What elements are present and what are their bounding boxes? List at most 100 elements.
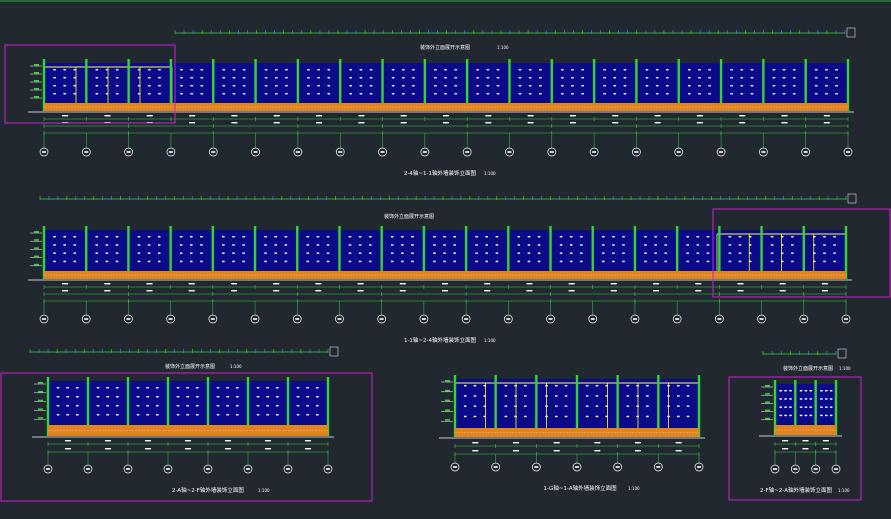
window-mark xyxy=(809,390,813,392)
axis-bubble-label xyxy=(126,318,131,320)
dimension-value xyxy=(821,283,828,285)
window-mark xyxy=(158,77,161,79)
window-mark xyxy=(266,405,269,407)
window-mark xyxy=(622,244,625,246)
level-tag xyxy=(38,408,43,410)
window-mark xyxy=(116,414,119,416)
window-mark xyxy=(443,260,446,263)
window-mark xyxy=(814,93,818,95)
axis-bubble-label xyxy=(656,466,661,468)
axis-bubble-label xyxy=(326,468,330,470)
window-mark xyxy=(728,244,732,246)
window-mark xyxy=(654,244,657,246)
window-mark xyxy=(517,260,521,263)
window-mark xyxy=(180,93,183,95)
dimension-value xyxy=(225,440,231,442)
window-mark xyxy=(156,405,159,407)
dimension-value xyxy=(739,122,746,124)
window-mark xyxy=(369,252,372,254)
window-mark xyxy=(473,395,477,397)
window-mark xyxy=(706,236,710,238)
elevation-3-caption: 2-A轴~2-F轴外墙装饰立面图 xyxy=(172,486,244,494)
window-mark xyxy=(602,252,605,254)
window-mark xyxy=(453,244,456,246)
window-mark xyxy=(200,260,203,263)
window-mark xyxy=(226,405,229,407)
window-mark xyxy=(571,77,574,79)
window-mark xyxy=(115,69,119,71)
window-mark xyxy=(473,405,477,407)
window-mark xyxy=(242,85,246,87)
facade-column xyxy=(535,375,538,437)
window-mark xyxy=(53,252,56,254)
window-mark xyxy=(561,93,564,95)
window-mark xyxy=(528,69,532,71)
window-mark xyxy=(285,93,288,95)
window-mark xyxy=(645,85,649,87)
level-tag xyxy=(445,399,450,402)
window-mark xyxy=(688,93,691,95)
window-mark xyxy=(390,252,394,254)
elevation-2-scale: 1:100 xyxy=(484,338,496,343)
window-mark xyxy=(56,396,60,398)
window-mark xyxy=(66,414,69,416)
level-tag xyxy=(34,231,39,233)
window-mark xyxy=(581,85,584,87)
level-tag xyxy=(38,382,43,384)
window-mark xyxy=(561,69,564,71)
dimension-value xyxy=(822,448,829,450)
window-mark xyxy=(115,244,119,246)
window-mark xyxy=(799,406,803,408)
axis-bubble-label xyxy=(379,318,384,320)
window-mark xyxy=(264,260,267,263)
window-mark xyxy=(561,85,564,87)
elevation-3-strip-scale: 1:100 xyxy=(230,364,242,369)
window-mark xyxy=(116,405,119,407)
window-mark xyxy=(369,236,372,238)
window-mark xyxy=(285,77,288,79)
window-mark xyxy=(585,415,589,418)
dimension-value xyxy=(654,115,661,117)
window-mark xyxy=(686,252,689,254)
window-mark xyxy=(623,85,627,87)
window-mark xyxy=(772,93,776,95)
window-mark xyxy=(136,414,140,416)
dimension-value xyxy=(822,440,829,442)
dimension-value xyxy=(781,122,788,124)
axis-bubble-label xyxy=(697,466,701,468)
dimension-value xyxy=(527,115,534,117)
dimension-value xyxy=(568,283,575,285)
window-mark xyxy=(157,252,161,254)
window-mark xyxy=(820,398,823,400)
window-mark xyxy=(148,93,151,95)
window-mark xyxy=(580,252,583,254)
window-mark xyxy=(326,252,330,254)
window-mark xyxy=(316,414,319,416)
window-mark xyxy=(782,93,786,95)
window-mark xyxy=(242,93,246,95)
window-mark xyxy=(666,69,669,71)
window-mark xyxy=(626,415,630,418)
window-mark xyxy=(779,406,782,408)
window-mark xyxy=(645,69,649,71)
window-mark xyxy=(306,260,310,263)
window-mark xyxy=(740,69,744,71)
dimension-value xyxy=(527,122,534,124)
window-mark xyxy=(820,390,823,392)
axis-bubble-label xyxy=(126,468,130,470)
window-mark xyxy=(730,85,733,87)
axis-bubble-label xyxy=(286,468,290,470)
window-mark xyxy=(63,77,66,79)
window-mark xyxy=(696,260,700,263)
window-mark xyxy=(222,69,226,71)
facade-column xyxy=(616,375,619,437)
window-mark xyxy=(833,252,836,254)
window-mark xyxy=(226,414,229,416)
window-mark xyxy=(73,252,77,254)
elevation-1-strip-label: 装饰外立面展开示意图 xyxy=(420,44,470,51)
dimension-value xyxy=(443,122,449,124)
cad-drawing-canvas[interactable]: 装饰外立面展开示意图 1:100 2-4轴~1-1轴外墙装饰立面图 1:100 … xyxy=(0,0,891,519)
window-mark xyxy=(66,405,69,407)
window-mark xyxy=(176,414,180,416)
window-mark xyxy=(190,244,193,246)
